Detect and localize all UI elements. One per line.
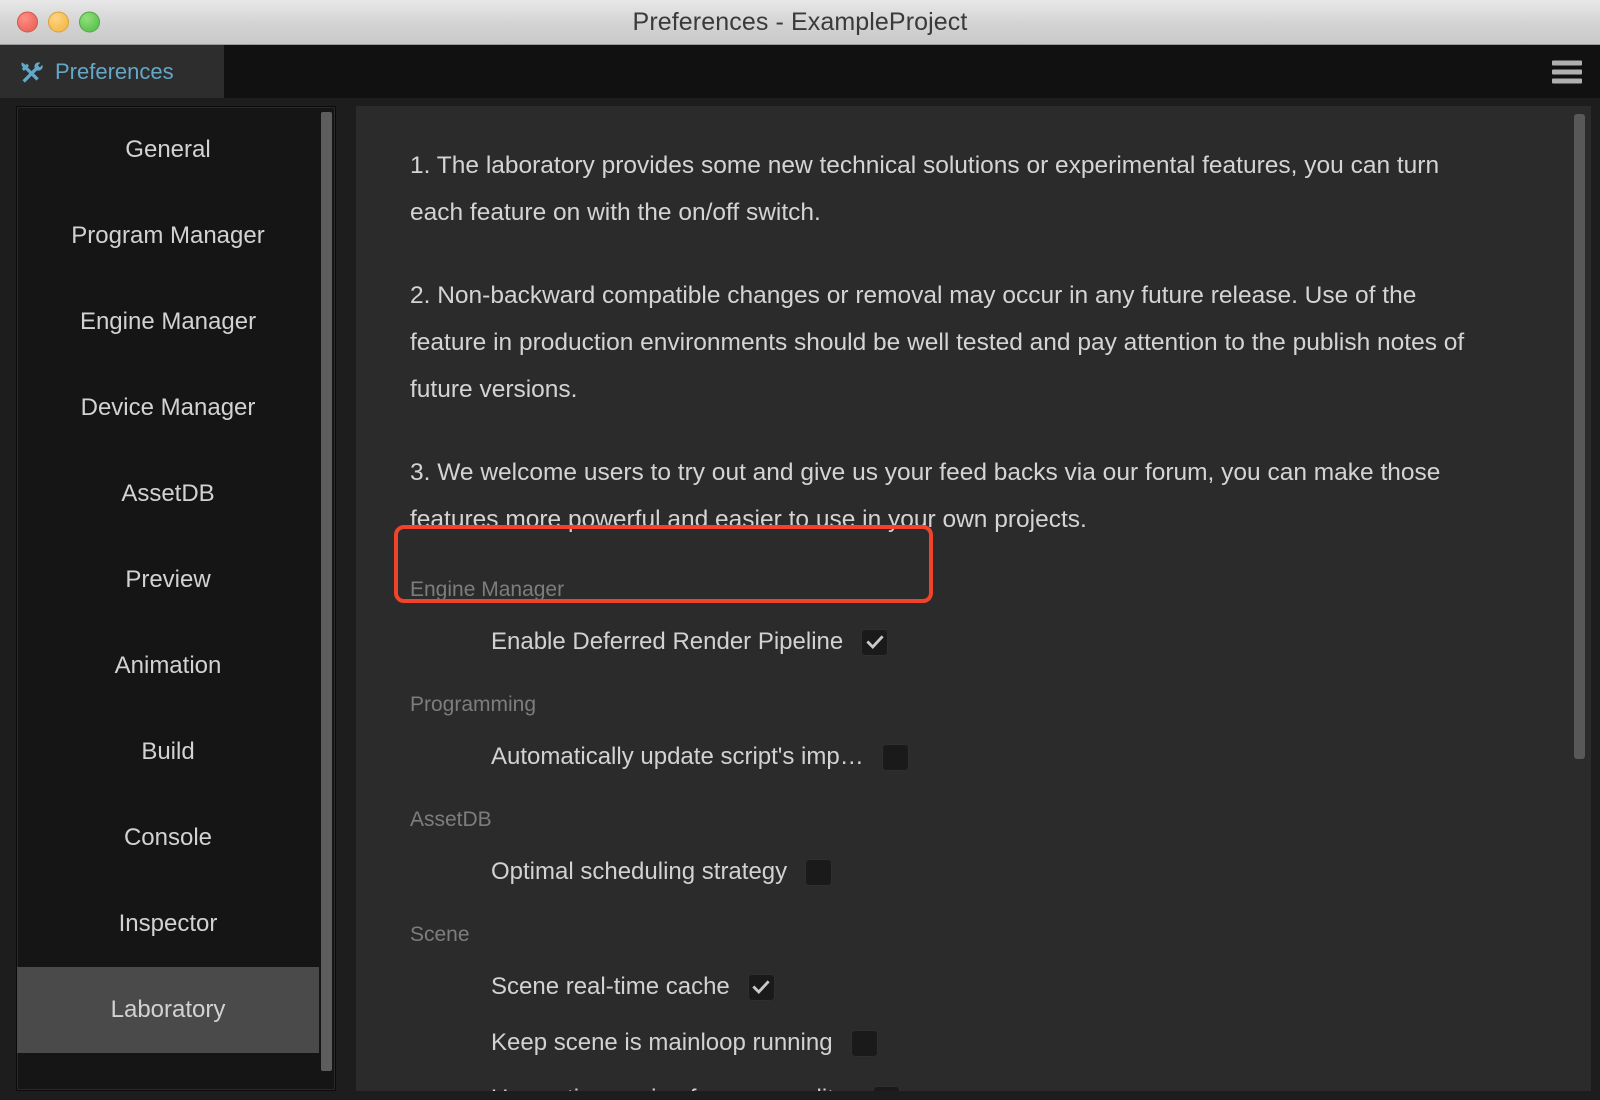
sidebar-item-animation[interactable]: Animation	[17, 623, 319, 709]
laboratory-settings-content: 1. The laboratory provides some new tech…	[356, 106, 1565, 1091]
preferences-sidebar: General Program Manager Engine Manager Devi…	[16, 106, 336, 1091]
sidebar-item-list: General Program Manager Engine Manager Devi…	[17, 107, 319, 1090]
setting-row[interactable]: Scene real-time cache	[410, 959, 1565, 1015]
preferences-content-panel: 1. The laboratory provides some new tech…	[356, 106, 1591, 1091]
setting-label: Enable Deferred Render Pipeline	[491, 628, 844, 655]
sidebar-item-assetdb[interactable]: AssetDB	[17, 451, 319, 537]
setting-label: Automatically update script's imp…	[491, 743, 864, 770]
check-icon	[866, 635, 884, 650]
sidebar-item-laboratory[interactable]: Laboratory	[17, 967, 319, 1053]
content-scrollbar-thumb[interactable]	[1574, 114, 1585, 759]
sidebar-item-label: Program Manager	[71, 222, 265, 249]
sidebar-item-label: Device Manager	[80, 394, 256, 421]
hamburger-menu-icon[interactable]	[1552, 60, 1582, 83]
maximize-window-button[interactable]	[79, 11, 100, 33]
settings-group: Programming Automatically update script's…	[410, 694, 1565, 785]
close-window-button[interactable]	[17, 11, 38, 33]
sidebar-item-label: AssetDB	[121, 480, 215, 507]
sidebar-item-preview[interactable]: Preview	[17, 537, 319, 623]
setting-checkbox[interactable]	[850, 1029, 878, 1057]
sidebar-scrollbar-thumb[interactable]	[321, 112, 332, 1072]
setting-label: Keep scene is mainloop running	[491, 1029, 833, 1056]
settings-group-title: Programming	[410, 693, 537, 716]
setting-row[interactable]: Automatically update script's imp…	[410, 729, 1565, 785]
sidebar-item-label: Build	[141, 738, 195, 765]
setting-row[interactable]: Use native engine for scene editor	[410, 1071, 1565, 1091]
setting-checkbox[interactable]	[861, 628, 889, 656]
traffic-light-group	[17, 11, 100, 33]
sidebar-item-program-manager[interactable]: Program Manager	[17, 193, 319, 279]
setting-checkbox[interactable]	[747, 973, 775, 1001]
tab-bar: Preferences	[0, 45, 1600, 98]
settings-group: AssetDB Optimal scheduling strategy	[410, 809, 1565, 900]
sidebar-item-label: General	[125, 136, 211, 163]
sidebar-item-label: Console	[123, 824, 213, 851]
info-paragraph: 3. We welcome users to try out and give …	[410, 459, 1441, 533]
sidebar-item-device-manager[interactable]: Device Manager	[17, 365, 319, 451]
setting-row[interactable]: Keep scene is mainloop running	[410, 1015, 1565, 1071]
sidebar-item-label: Laboratory	[110, 996, 226, 1023]
minimize-window-button[interactable]	[48, 11, 69, 33]
settings-group: Engine Manager Enable Deferred Render Pip…	[410, 579, 1565, 670]
sidebar-item-inspector[interactable]: Inspector	[17, 881, 319, 967]
settings-group-title: AssetDB	[410, 808, 492, 831]
sidebar-item-label: Engine Manager	[79, 308, 257, 335]
info-paragraph: 2. Non-backward compatible changes or re…	[410, 282, 1465, 403]
settings-group-title: Engine Manager	[410, 578, 565, 601]
settings-group-title: Scene	[410, 923, 470, 946]
content-scrollbar[interactable]	[1572, 110, 1587, 1087]
sidebar-item-build[interactable]: Build	[17, 709, 319, 795]
sidebar-item-label: Animation	[114, 652, 222, 679]
setting-row[interactable]: Optimal scheduling strategy	[410, 844, 1565, 900]
sidebar-item-console[interactable]: Console	[17, 795, 319, 881]
setting-label: Optimal scheduling strategy	[491, 858, 788, 885]
menu-bar-3	[1552, 78, 1582, 83]
setting-checkbox[interactable]	[881, 743, 909, 771]
setting-label: Use native engine for scene editor	[491, 1085, 855, 1091]
info-paragraph: 1. The laboratory provides some new tech…	[410, 152, 1440, 226]
setting-row[interactable]: Enable Deferred Render Pipeline	[410, 614, 1565, 670]
sidebar-item-label: Inspector	[118, 910, 218, 937]
hammer-wrench-icon	[21, 61, 43, 83]
preferences-body: General Program Manager Engine Manager Devi…	[0, 98, 1600, 1100]
setting-checkbox[interactable]	[805, 858, 833, 886]
tab-label: Preferences	[55, 58, 174, 84]
menu-bar-2	[1552, 69, 1582, 74]
window-titlebar: Preferences - ExampleProject	[0, 0, 1600, 45]
menu-bar-1	[1552, 60, 1582, 65]
tab-preferences[interactable]: Preferences	[0, 45, 224, 98]
setting-checkbox[interactable]	[873, 1085, 901, 1091]
sidebar-scrollbar[interactable]	[320, 109, 333, 1088]
sidebar-item-engine-manager[interactable]: Engine Manager	[17, 279, 319, 365]
settings-group: Scene Scene real-time cache Keep scene is …	[410, 924, 1565, 1091]
sidebar-item-general[interactable]: General	[17, 107, 319, 193]
setting-label: Scene real-time cache	[491, 973, 730, 1000]
check-icon	[752, 980, 770, 995]
sidebar-item-label: Preview	[125, 566, 211, 593]
preferences-window: Preferences - ExampleProject Preferences…	[0, 0, 1600, 1100]
window-title: Preferences - ExampleProject	[632, 7, 968, 36]
